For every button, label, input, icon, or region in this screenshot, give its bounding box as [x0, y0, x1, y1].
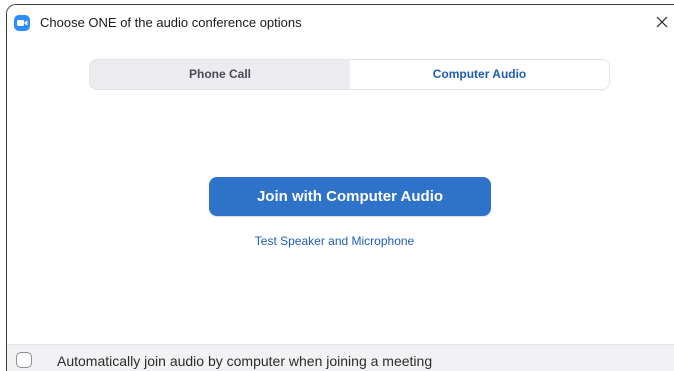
window-title: Choose ONE of the audio conference optio…	[40, 15, 302, 30]
close-button[interactable]	[652, 11, 674, 35]
close-icon	[656, 16, 668, 28]
title-bar: Choose ONE of the audio conference optio…	[7, 5, 674, 39]
auto-join-audio-checkbox[interactable]	[16, 352, 32, 368]
auto-join-audio-label[interactable]: Automatically join audio by computer whe…	[57, 352, 432, 370]
tab-phone-call[interactable]: Phone Call	[90, 60, 350, 89]
test-speaker-microphone-link[interactable]: Test Speaker and Microphone	[7, 234, 668, 248]
audio-mode-tabs: Phone Call Computer Audio	[89, 59, 610, 90]
audio-options-dialog: Choose ONE of the audio conference optio…	[6, 4, 674, 371]
zoom-camera-icon	[14, 15, 30, 31]
join-with-computer-audio-button[interactable]: Join with Computer Audio	[209, 177, 491, 216]
footer-bar: Automatically join audio by computer whe…	[7, 344, 674, 371]
tab-computer-audio[interactable]: Computer Audio	[350, 60, 609, 89]
